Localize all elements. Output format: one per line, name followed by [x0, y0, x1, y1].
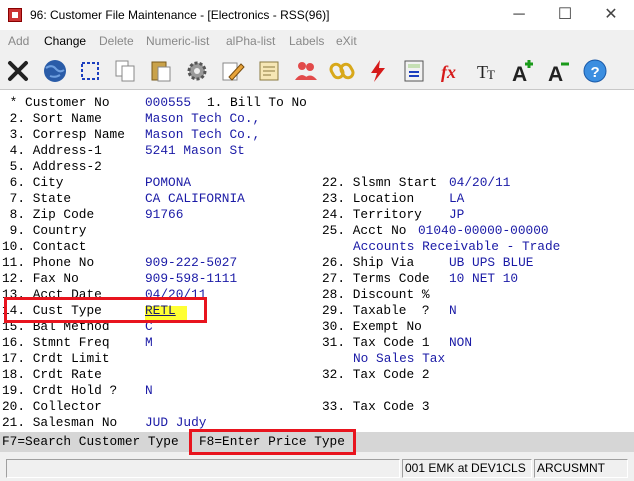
menu-change[interactable]: Change: [44, 34, 86, 48]
field-value[interactable]: 10 NET 10: [449, 271, 518, 287]
menu-add[interactable]: Add: [8, 34, 29, 48]
field-value[interactable]: 5241 Mason St: [145, 143, 245, 159]
toolbar: fx TT A A ?: [0, 52, 634, 90]
field-label: 1. Bill To No: [207, 95, 307, 110]
svg-text:A: A: [548, 63, 563, 84]
field-value[interactable]: JP: [449, 207, 464, 223]
field-label: 9. Country: [2, 223, 87, 238]
form-area: * Customer No 000555 1. Bill To No 2. So…: [0, 90, 634, 432]
globe-icon[interactable]: [39, 55, 71, 87]
field-label: 3. Corresp Name: [2, 127, 125, 142]
function-fx-icon[interactable]: fx: [435, 55, 467, 87]
status-bar: 001 EMK at DEV1CLS ARCUSMNT: [0, 456, 634, 481]
field-value[interactable]: CA CALIFORNIA: [145, 191, 245, 207]
tax-description: No Sales Tax: [353, 351, 446, 366]
users-icon[interactable]: [290, 55, 322, 87]
menu-numeric-list[interactable]: Numeric-list: [146, 34, 209, 48]
field-label: * Customer No: [2, 95, 110, 110]
field-label: 6. City: [2, 175, 64, 190]
field-label: 26. Ship Via: [322, 255, 415, 270]
settings-gear-icon[interactable]: [181, 55, 213, 87]
field-value[interactable]: NON: [449, 335, 472, 351]
field-value[interactable]: 01040-00000-00000: [418, 223, 549, 239]
field-value[interactable]: 91766: [145, 207, 183, 223]
field-label: 33. Tax Code 3: [322, 399, 430, 414]
field-label: 30. Exempt No: [322, 319, 422, 334]
svg-text:A: A: [512, 63, 527, 84]
field-label: 21. Salesman No: [2, 415, 118, 430]
window-title: 96: Customer File Maintenance - [Electro…: [30, 8, 330, 22]
calculator-icon[interactable]: [398, 55, 430, 87]
menu-exit[interactable]: eXit: [336, 34, 357, 48]
svg-text:?: ?: [591, 64, 600, 81]
field-label: 19. Crdt Hold ?: [2, 383, 118, 398]
field-label: 31. Tax Code 1: [322, 335, 430, 350]
field-label: 22. Slsmn Start: [322, 175, 438, 190]
menu-alpha-list[interactable]: alPha-list: [226, 34, 275, 48]
customer-no-value[interactable]: 000555: [145, 95, 191, 111]
paste-icon[interactable]: [145, 55, 177, 87]
cust-type-callout: [4, 297, 207, 323]
field-label: 7. State: [2, 191, 72, 206]
field-label: 10. Contact: [2, 239, 87, 254]
field-label: 24. Territory: [322, 207, 422, 222]
close-button[interactable]: ✕: [588, 0, 634, 30]
font-decrease-icon[interactable]: A: [543, 55, 575, 87]
field-value[interactable]: LA: [449, 191, 464, 207]
field-value[interactable]: Mason Tech Co.,: [145, 127, 260, 143]
field-value[interactable]: Mason Tech Co.,: [145, 111, 260, 127]
svg-text:T: T: [487, 67, 495, 82]
field-label: 27. Terms Code: [322, 271, 430, 286]
field-value[interactable]: 04/20/11: [449, 175, 510, 191]
field-label: 29. Taxable ?: [322, 303, 430, 318]
edit-pencil-icon[interactable]: [217, 55, 249, 87]
help-icon[interactable]: ?: [579, 55, 611, 87]
menu-labels[interactable]: Labels: [289, 34, 324, 48]
field-label: 5. Address-2: [2, 159, 102, 174]
field-label: 8. Zip Code: [2, 207, 95, 222]
status-message: [6, 459, 400, 478]
field-label: 28. Discount %: [322, 287, 430, 302]
menu-bar: Add Change Delete Numeric-list alPha-lis…: [0, 30, 634, 52]
status-user-host: 001 EMK at DEV1CLS: [402, 459, 532, 478]
function-key-bar: F7=Search Customer Type F8=Enter Price T…: [0, 429, 634, 455]
field-label: 4. Address-1: [2, 143, 102, 158]
field-label: 20. Collector: [2, 399, 102, 414]
field-label: 11. Phone No: [2, 255, 95, 270]
field-value[interactable]: N: [449, 303, 457, 319]
field-value[interactable]: M: [145, 335, 153, 351]
status-program: ARCUSMNT: [534, 459, 628, 478]
field-label: 12. Fax No: [2, 271, 79, 286]
f7-search-hint[interactable]: F7=Search Customer Type: [2, 434, 179, 450]
field-value[interactable]: 909-598-1111: [145, 271, 237, 287]
close-x-icon[interactable]: [2, 55, 34, 87]
maximize-button[interactable]: ☐: [542, 0, 588, 30]
copy-icon[interactable]: [109, 55, 141, 87]
field-label: 17. Crdt Limit: [2, 351, 110, 366]
select-box-icon[interactable]: [74, 55, 106, 87]
field-label: 25. Acct No: [322, 223, 407, 238]
notes-icon[interactable]: [253, 55, 285, 87]
minimize-button[interactable]: ─: [496, 0, 542, 30]
field-label: 16. Stmnt Freq: [2, 335, 110, 350]
app-icon: [8, 8, 22, 22]
svg-text:fx: fx: [441, 62, 456, 82]
field-value[interactable]: UB UPS BLUE: [449, 255, 533, 271]
acct-description: Accounts Receivable - Trade: [353, 239, 561, 254]
font-tt-icon[interactable]: TT: [471, 55, 503, 87]
title-bar: 96: Customer File Maintenance - [Electro…: [0, 0, 634, 30]
field-value[interactable]: N: [145, 383, 153, 399]
field-label: 32. Tax Code 2: [322, 367, 430, 382]
font-increase-icon[interactable]: A: [507, 55, 539, 87]
field-label: 2. Sort Name: [2, 111, 102, 126]
field-label: 18. Crdt Rate: [2, 367, 102, 382]
field-value[interactable]: 909-222-5027: [145, 255, 237, 271]
chain-link-icon[interactable]: [326, 55, 358, 87]
field-value[interactable]: POMONA: [145, 175, 191, 191]
menu-delete[interactable]: Delete: [99, 34, 134, 48]
field-label: 23. Location: [322, 191, 415, 206]
f8-callout: [189, 429, 356, 455]
lightning-icon[interactable]: [362, 55, 394, 87]
